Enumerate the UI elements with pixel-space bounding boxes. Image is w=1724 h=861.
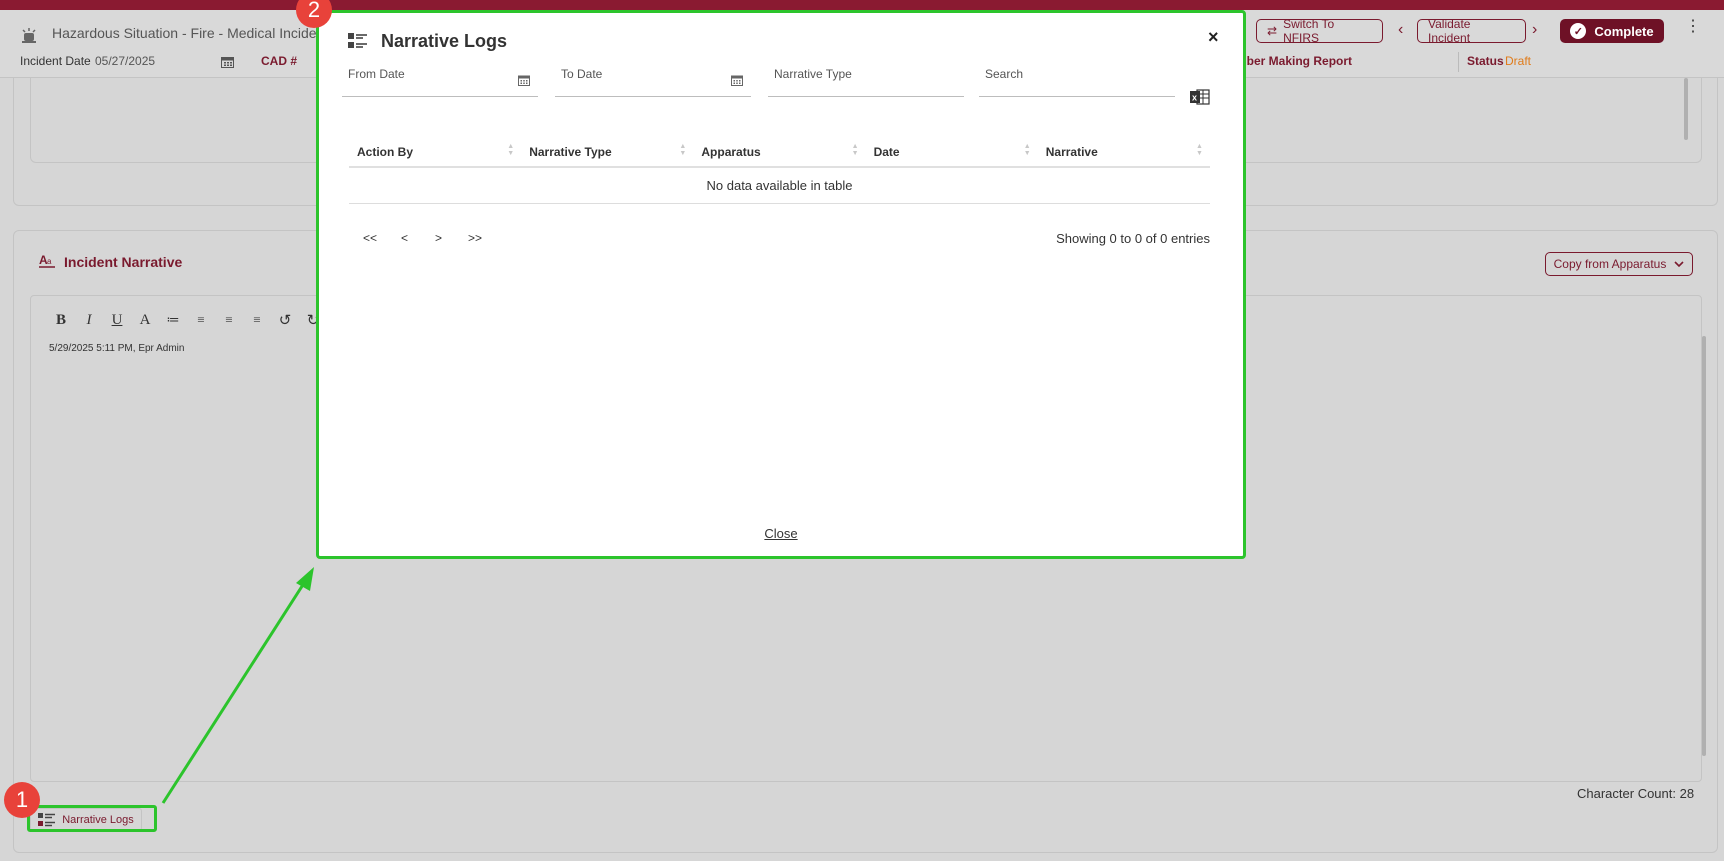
italic-button[interactable]: I [75,310,103,330]
svg-text:a: a [47,257,52,266]
narrative-type-placeholder: Narrative Type [774,67,852,81]
character-count: Character Count: 28 [1577,786,1695,801]
incident-date-label: Incident Date [20,54,91,68]
calendar-icon[interactable] [518,75,530,86]
search-input[interactable]: Search [979,67,1175,97]
modal-title: Narrative Logs [381,31,508,51]
complete-label: Complete [1594,23,1654,39]
status-value: Draft [1505,54,1532,68]
sort-icon: ▲ ▼ [1023,143,1031,157]
status-label: Status [1467,54,1504,68]
incident-title: Hazardous Situation - Fire - Medical Inc… [52,25,329,41]
editor-toolbar: B I U A ≔ ≡ ≡ ≡ ↺ ↻ [47,310,327,330]
more-options-icon[interactable]: ⋮ [1685,19,1701,42]
to-date-field[interactable]: To Date [555,67,751,97]
copy-from-apparatus-dropdown[interactable]: Copy from Apparatus [1545,252,1693,276]
sort-icon: ▲ ▼ [851,143,859,157]
copy-from-apparatus-label: Copy from Apparatus [1553,257,1667,271]
svg-text:x: x [1192,93,1197,103]
column-header-label: Narrative Type [529,145,612,159]
undo-button[interactable]: ↺ [271,310,299,330]
bullet-list-button[interactable]: ≔ [159,310,187,330]
from-date-field[interactable]: From Date [342,67,538,97]
showing-entries-text: Showing 0 to 0 of 0 entries [1056,231,1210,246]
calendar-icon[interactable] [221,56,234,68]
sort-icon: ▲ ▼ [679,143,687,157]
column-header-apparatus[interactable]: Apparatus ▲ ▼ [693,143,865,159]
top-accent-bar [0,0,1724,10]
underline-button[interactable]: U [103,310,131,330]
text-format-icon: A a [39,253,55,268]
step-marker-1: 1 [4,782,40,818]
narrative-editor-content[interactable]: 5/29/2025 5:11 PM, Epr Admin [49,343,184,354]
narrative-type-field[interactable]: Narrative Type [768,67,964,97]
column-header-action-by[interactable]: Action By ▲ ▼ [349,143,521,159]
excel-export-icon[interactable]: x [1190,88,1210,106]
sort-icon: ▲ ▼ [1195,143,1203,157]
close-link[interactable]: Close [319,526,1243,541]
first-page-button[interactable]: << [363,231,377,245]
next-page-button[interactable]: > [435,231,442,245]
close-icon[interactable]: × [1208,27,1219,48]
editor-scrollbar[interactable] [1702,336,1706,756]
chevron-down-icon [1674,261,1684,268]
switch-to-nfirs-button[interactable]: ⇄ Switch To NFIRS [1256,17,1383,45]
column-header-label: Narrative [1045,145,1098,159]
member-making-report-label: mber Making Report [1236,54,1353,68]
previous-icon[interactable]: ‹ [1398,22,1403,38]
validate-incident-button[interactable]: Validate Incident [1417,17,1526,45]
switch-to-nfirs-label: Switch To NFIRS [1283,17,1335,45]
column-header-narrative-type[interactable]: Narrative Type ▲ ▼ [521,143,693,159]
last-page-button[interactable]: >> [468,231,482,245]
upper-scrollbar[interactable] [1684,78,1688,140]
bold-button[interactable]: B [47,310,75,330]
check-circle-icon: ✓ [1570,23,1587,39]
align-left-button[interactable]: ≡ [187,310,215,330]
cad-label: CAD # [261,54,298,68]
font-color-button[interactable]: A [131,310,159,330]
next-icon[interactable]: › [1532,22,1537,38]
narrative-logs-modal: Narrative Logs × From Date To Date Narra… [316,10,1246,559]
column-header-label: Apparatus [701,145,761,159]
sort-icon: ▲ ▼ [507,143,515,157]
swap-arrows-icon: ⇄ [1267,24,1278,38]
from-date-placeholder: From Date [348,67,405,81]
pagination: << < > >> Showing 0 to 0 of 0 entries [349,229,1210,249]
incident-date-value[interactable]: 05/27/2025 [95,54,155,68]
calendar-icon[interactable] [731,75,743,86]
column-header-label: Date [873,145,900,159]
narrative-logs-highlight [27,805,157,832]
to-date-placeholder: To Date [561,67,603,81]
column-header-label: Action By [357,145,414,159]
complete-button[interactable]: ✓ Complete [1560,19,1664,43]
header-divider [1458,52,1459,72]
empty-table-message: No data available in table [349,168,1210,204]
alarm-bell-icon [22,28,36,43]
align-right-button[interactable]: ≡ [243,310,271,330]
narrative-panel-title: Incident Narrative [64,254,183,270]
list-log-icon [348,33,367,48]
column-header-narrative[interactable]: Narrative ▲ ▼ [1038,143,1210,159]
previous-page-button[interactable]: < [401,231,408,245]
narrative-logs-table: Action By ▲ ▼ Narrative Type ▲ ▼ Apparatus ▲ ▼… [349,138,1210,204]
table-header: Action By ▲ ▼ Narrative Type ▲ ▼ Apparatus ▲ ▼… [349,138,1210,168]
align-center-button[interactable]: ≡ [215,310,243,330]
search-placeholder: Search [985,67,1024,81]
column-header-date[interactable]: Date ▲ ▼ [866,143,1038,159]
